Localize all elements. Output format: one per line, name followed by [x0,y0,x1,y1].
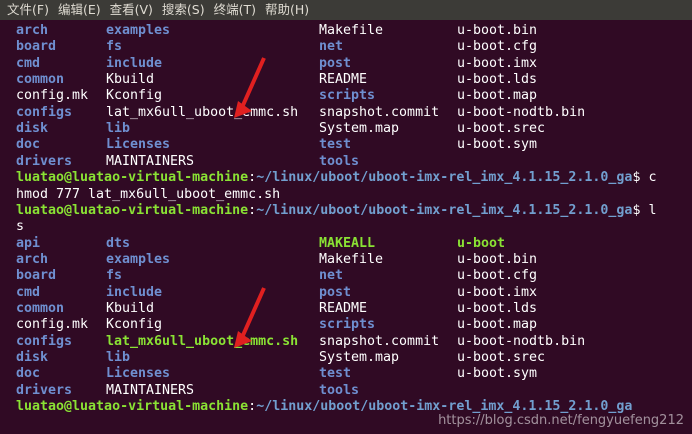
file-entry: post [319,55,352,71]
terminal-output[interactable]: arch examples Makefile u-boot.bin board fs net… [0,20,692,434]
file-entry: Makefile [319,251,384,267]
file-entry: examples [106,23,171,38]
file-entry: include [106,55,163,71]
prompt-user: luatao@luatao-virtual-machine [16,399,249,415]
prompt-user: luatao@luatao-virtual-machine [16,170,249,186]
file-entry: board [16,268,57,284]
menu-view[interactable]: 查看(V) [106,0,157,20]
prompt-separator: : [248,399,257,415]
file-entry: Licenses [106,366,171,382]
file-entry: snapshot.commit [319,333,440,349]
file-entry: scripts [319,317,376,333]
menu-help[interactable]: 帮助(H) [261,0,313,20]
file-entry: u-boot.srec [457,121,546,137]
watermark-text: https://blog.csdn.net/fengyuefeng212 [438,413,684,428]
file-entry: lat_mx6ull_uboot_emmc.sh [106,104,299,120]
prompt-path: ~/linux/uboot/uboot-imx-rel_imx_4.1.15_2… [256,399,633,415]
file-entry: u-boot.map [457,317,538,333]
file-entry: arch [16,23,49,38]
file-entry: README [319,72,368,88]
file-entry: u-boot.cfg [457,268,538,284]
file-entry: lib [106,121,131,137]
file-entry: config.mk [16,317,89,333]
file-entry: drivers [16,153,73,169]
file-entry: Licenses [106,137,171,153]
prompt-line: luatao@luatao-virtual-machine:~/linux/ub… [16,170,656,186]
file-entry: configs [16,333,73,349]
file-entry: Makefile [319,23,384,38]
file-entry: u-boot.imx [457,284,538,300]
menu-search[interactable]: 搜索(S) [158,0,209,20]
file-entry: Kbuild [106,72,155,88]
file-entry: test [319,137,352,153]
file-entry: include [106,284,163,300]
file-entry: MAKEALL [319,235,376,251]
file-entry: cmd [16,55,41,71]
command-text: $ l [632,202,657,218]
prompt-user: luatao@luatao-virtual-machine [16,202,249,218]
file-entry: System.map [319,350,400,365]
file-entry: common [16,72,65,88]
file-entry: dts [106,235,131,251]
file-entry: Kconfig [106,88,163,104]
prompt-path: ~/linux/uboot/uboot-imx-rel_imx_4.1.15_2… [256,170,633,186]
file-entry: net [319,39,344,55]
menu-bar: 文件(F) 编辑(E) 查看(V) 搜索(S) 终端(T) 帮助(H) [0,0,692,20]
file-entry: u-boot-nodtb.bin [457,104,586,120]
file-entry: u-boot.lds [457,300,538,316]
file-entry: u-boot-nodtb.bin [457,333,586,349]
file-entry: MAINTAINERS [106,382,195,398]
file-entry: u-boot.imx [457,55,538,71]
prompt-line: luatao@luatao-virtual-machine:~/linux/ub… [16,203,656,219]
file-entry: arch [16,251,49,267]
file-entry: config.mk [16,88,89,104]
file-entry: u-boot.cfg [457,39,538,55]
file-entry: drivers [16,382,73,398]
file-entry: api [16,235,41,251]
file-entry: u-boot.map [457,88,538,104]
file-entry: lat_mx6ull_uboot_emmc.sh [106,333,299,349]
file-entry: Kbuild [106,300,155,316]
file-entry: scripts [319,88,376,104]
command-text: $ c [632,170,657,186]
prompt-separator: : [248,170,257,186]
file-entry: u-boot.srec [457,350,546,365]
file-entry: System.map [319,121,400,137]
file-entry: u-boot.lds [457,72,538,88]
file-entry: common [16,300,65,316]
file-entry: configs [16,104,73,120]
file-entry: fs [106,39,123,55]
file-entry: u-boot.bin [457,23,538,38]
file-entry: examples [106,251,171,267]
file-entry: post [319,284,352,300]
file-entry: doc [16,137,41,153]
menu-terminal[interactable]: 终端(T) [210,0,260,20]
file-entry: board [16,39,57,55]
menu-edit[interactable]: 编辑(E) [54,0,105,20]
menu-file[interactable]: 文件(F) [3,0,53,20]
file-entry: lib [106,350,131,365]
file-entry: cmd [16,284,41,300]
file-entry: MAINTAINERS [106,153,195,169]
file-entry: u-boot [457,235,506,251]
file-entry: u-boot.sym [457,366,538,382]
file-entry: doc [16,366,41,382]
file-entry: tools [319,153,360,169]
command-continuation: hmod 777 lat_mx6ull_uboot_emmc.sh [16,186,281,202]
file-entry: disk [16,350,49,365]
file-entry: snapshot.commit [319,104,440,120]
file-entry: README [319,300,368,316]
command-continuation: s [16,219,25,235]
file-entry: disk [16,121,49,137]
prompt-separator: : [248,202,257,218]
file-entry: tools [319,382,360,398]
file-entry: test [319,366,352,382]
file-entry: Kconfig [106,317,163,333]
file-entry: fs [106,268,123,284]
file-entry: net [319,268,344,284]
file-entry: u-boot.bin [457,251,538,267]
file-entry: u-boot.sym [457,137,538,153]
prompt-path: ~/linux/uboot/uboot-imx-rel_imx_4.1.15_2… [256,202,633,218]
